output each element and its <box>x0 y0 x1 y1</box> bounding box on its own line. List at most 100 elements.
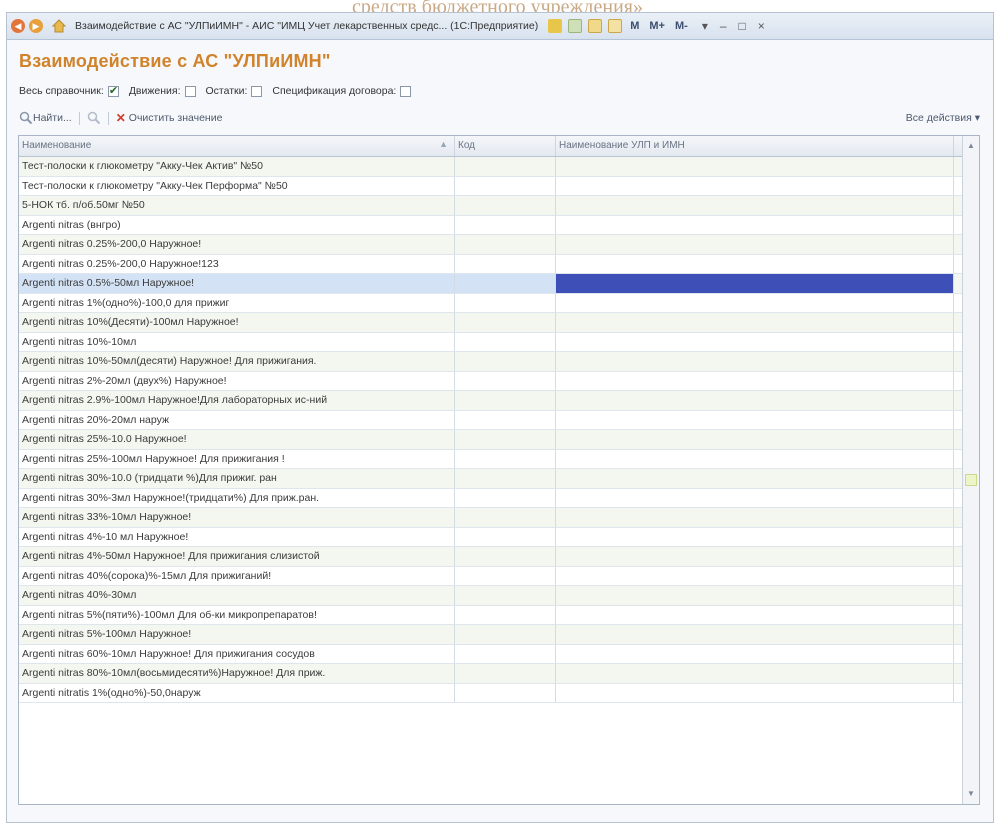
table-row[interactable]: Argenti nitras 60%-10мл Наружное! Для пр… <box>19 644 962 664</box>
cell-code[interactable] <box>455 196 556 215</box>
cell-name[interactable]: Argenti nitras 40%-30мл <box>19 586 455 605</box>
table-row[interactable]: 5-НОК тб. п/об.50мг №50 <box>19 196 962 216</box>
dropdown-chevron-icon[interactable]: ▾ <box>702 19 708 33</box>
cell-name[interactable]: Argenti nitras 30%-10.0 (тридцати %)Для … <box>19 469 455 488</box>
cell-ulp-name[interactable] <box>556 488 954 507</box>
table-row[interactable]: Argenti nitras 2%-20мл (двух%) Наружное! <box>19 371 962 391</box>
column-header-ulp-name[interactable]: Наименование УЛП и ИМН <box>556 136 954 156</box>
cell-code[interactable] <box>455 605 556 624</box>
cell-ulp-name[interactable] <box>556 508 954 527</box>
cell-ulp-name[interactable] <box>556 274 954 293</box>
table-row[interactable]: Argenti nitras 4%-50мл Наружное! Для при… <box>19 547 962 567</box>
memory-minus-button[interactable]: M- <box>675 20 688 32</box>
table-row[interactable]: Argenti nitras 20%-20мл наруж <box>19 410 962 430</box>
cell-code[interactable] <box>455 449 556 468</box>
home-icon[interactable] <box>51 18 67 34</box>
document-icon[interactable] <box>568 19 583 33</box>
cell-ulp-name[interactable] <box>556 313 954 332</box>
table-row[interactable]: Тест-полоски к глюкометру "Акку-Чек Перф… <box>19 176 962 196</box>
find-button[interactable]: Найти... <box>19 111 72 125</box>
cell-name[interactable]: Argenti nitras 0.25%-200,0 Наружное!123 <box>19 254 455 273</box>
cell-code[interactable] <box>455 254 556 273</box>
cell-code[interactable] <box>455 625 556 644</box>
table-row[interactable]: Argenti nitras 80%-10мл(восьмидесяти%)На… <box>19 664 962 684</box>
filter-checkbox-balances[interactable] <box>251 85 263 97</box>
cell-ulp-name[interactable] <box>556 332 954 351</box>
table-row[interactable]: Argenti nitras 10%(Десяти)-100мл Наружно… <box>19 313 962 333</box>
table-row[interactable]: Argenti nitras 33%-10мл Наружное! <box>19 508 962 528</box>
cell-name[interactable]: Argenti nitras 10%-10мл <box>19 332 455 351</box>
calculator-icon[interactable] <box>608 19 623 33</box>
cell-name[interactable]: Argenti nitras 4%-10 мл Наружное! <box>19 527 455 546</box>
table-row[interactable]: Argenti nitras 40%(сорока)%-15мл Для при… <box>19 566 962 586</box>
cell-name[interactable]: Argenti nitras 2%-20мл (двух%) Наружное! <box>19 371 455 390</box>
cell-name[interactable]: Argenti nitras 0.25%-200,0 Наружное! <box>19 235 455 254</box>
cell-name[interactable]: Argenti nitras 5%-100мл Наружное! <box>19 625 455 644</box>
cell-name[interactable]: Argenti nitras 10%(Десяти)-100мл Наружно… <box>19 313 455 332</box>
cell-ulp-name[interactable] <box>556 410 954 429</box>
cell-name[interactable]: Argenti nitras 30%-3мл Наружное!(тридцат… <box>19 488 455 507</box>
cell-code[interactable] <box>455 566 556 585</box>
cell-name[interactable]: Argenti nitras 2.9%-100мл Наружное!Для л… <box>19 391 455 410</box>
cell-name[interactable]: Argenti nitras 20%-20мл наруж <box>19 410 455 429</box>
all-actions-menu[interactable]: Все действия ▾ <box>906 112 980 124</box>
cell-code[interactable] <box>455 683 556 702</box>
filter-checkbox-all[interactable] <box>107 84 119 97</box>
table-row[interactable]: Argenti nitras 0.25%-200,0 Наружное!123 <box>19 254 962 274</box>
cell-ulp-name[interactable] <box>556 586 954 605</box>
cell-name[interactable]: Argenti nitras (внгро) <box>19 215 455 234</box>
minimize-button[interactable]: – <box>720 19 727 33</box>
cell-ulp-name[interactable] <box>556 644 954 663</box>
cell-ulp-name[interactable] <box>556 683 954 702</box>
cell-ulp-name[interactable] <box>556 605 954 624</box>
search-cancel-icon[interactable] <box>87 111 101 125</box>
cell-code[interactable] <box>455 410 556 429</box>
cell-ulp-name[interactable] <box>556 449 954 468</box>
cell-name[interactable]: Argenti nitras 25%-100мл Наружное! Для п… <box>19 449 455 468</box>
cell-name[interactable]: 5-НОК тб. п/об.50мг №50 <box>19 196 455 215</box>
cell-code[interactable] <box>455 430 556 449</box>
cell-code[interactable] <box>455 157 556 176</box>
cell-name[interactable]: Argenti nitras 60%-10мл Наружное! Для пр… <box>19 644 455 663</box>
scroll-up-icon[interactable]: ▲ <box>965 140 977 152</box>
maximize-icon[interactable]: □ <box>739 19 746 33</box>
table-row[interactable]: Argenti nitras 10%-50мл(десяти) Наружное… <box>19 352 962 372</box>
cell-ulp-name[interactable] <box>556 430 954 449</box>
calendar-icon[interactable] <box>588 19 603 33</box>
cell-code[interactable] <box>455 176 556 195</box>
cell-ulp-name[interactable] <box>556 566 954 585</box>
cell-code[interactable] <box>455 469 556 488</box>
table-row[interactable]: Argenti nitras 10%-10мл <box>19 332 962 352</box>
cell-code[interactable] <box>455 235 556 254</box>
cell-code[interactable] <box>455 352 556 371</box>
table-row[interactable]: Argenti nitras 0.25%-200,0 Наружное! <box>19 235 962 255</box>
cell-code[interactable] <box>455 508 556 527</box>
table-row[interactable]: Argenti nitras 0.5%-50мл Наружное! <box>19 274 962 294</box>
cell-ulp-name[interactable] <box>556 547 954 566</box>
table-row[interactable]: Argenti nitras 1%(одно%)-100,0 для прижи… <box>19 293 962 313</box>
cell-code[interactable] <box>455 215 556 234</box>
cell-ulp-name[interactable] <box>556 527 954 546</box>
cell-name[interactable]: Argenti nitras 0.5%-50мл Наружное! <box>19 274 455 293</box>
cell-code[interactable] <box>455 274 556 293</box>
cell-code[interactable] <box>455 391 556 410</box>
cell-ulp-name[interactable] <box>556 176 954 195</box>
cell-code[interactable] <box>455 644 556 663</box>
table-row[interactable]: Argenti nitras 2.9%-100мл Наружное!Для л… <box>19 391 962 411</box>
table-row[interactable]: Argenti nitras 30%-3мл Наружное!(тридцат… <box>19 488 962 508</box>
scrollbar-thumb[interactable] <box>965 474 977 486</box>
cell-code[interactable] <box>455 293 556 312</box>
table-row[interactable]: Argenti nitras 40%-30мл <box>19 586 962 606</box>
table-row[interactable]: Argenti nitras 5%(пяти%)-100мл Для об-ки… <box>19 605 962 625</box>
memory-m-button[interactable]: M <box>630 20 639 32</box>
cell-ulp-name[interactable] <box>556 293 954 312</box>
vertical-scrollbar[interactable]: ▲ ▼ <box>962 136 979 804</box>
column-header-name[interactable]: Наименование ▲ <box>19 136 455 156</box>
table-row[interactable]: Argenti nitratis 1%(одно%)-50,0наруж <box>19 683 962 703</box>
table-row[interactable]: Тест-полоски к глюкометру "Акку-Чек Акти… <box>19 157 962 177</box>
cell-code[interactable] <box>455 547 556 566</box>
cell-name[interactable]: Тест-полоски к глюкометру "Акку-Чек Перф… <box>19 176 455 195</box>
cell-name[interactable]: Argenti nitras 33%-10мл Наружное! <box>19 508 455 527</box>
cell-name[interactable]: Argenti nitras 1%(одно%)-100,0 для прижи… <box>19 293 455 312</box>
table-row[interactable]: Argenti nitras 4%-10 мл Наружное! <box>19 527 962 547</box>
